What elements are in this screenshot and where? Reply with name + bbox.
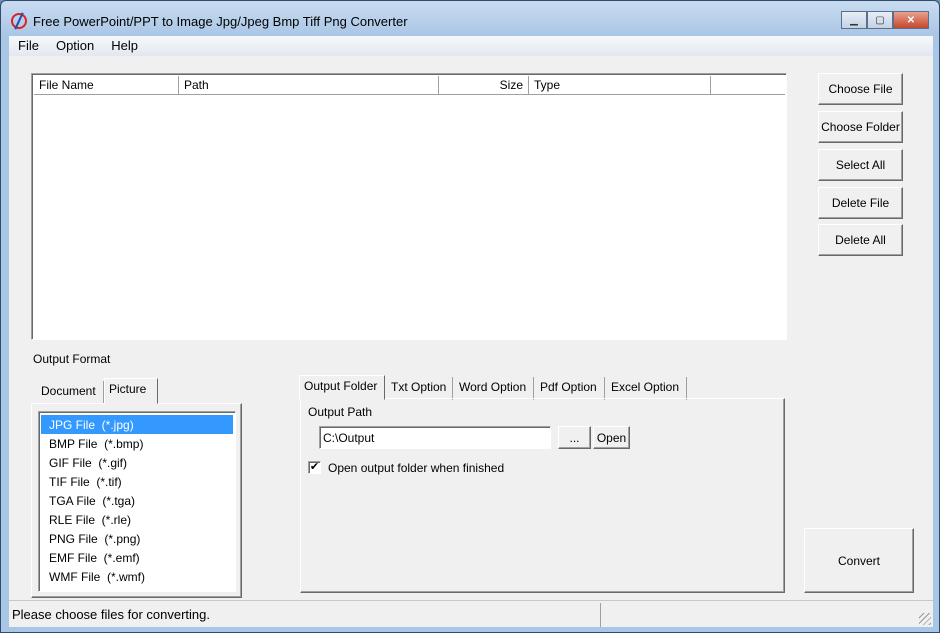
resize-grip-icon[interactable]: [919, 613, 931, 625]
column-size[interactable]: Size: [439, 76, 529, 95]
open-folder-button[interactable]: Open: [593, 426, 630, 449]
tab-txt-option[interactable]: Txt Option: [387, 377, 453, 400]
select-all-button[interactable]: Select All: [818, 149, 903, 181]
client-area: File Option Help File Name Path Size Typ…: [9, 36, 933, 627]
menu-bar: File Option Help: [9, 36, 933, 56]
delete-file-button[interactable]: Delete File: [818, 187, 903, 219]
format-item[interactable]: PNG File (*.png): [41, 529, 233, 548]
format-item[interactable]: JPG File (*.jpg): [41, 415, 233, 434]
tab-word-option[interactable]: Word Option: [455, 377, 534, 400]
close-button[interactable]: ✕: [893, 11, 929, 29]
column-type[interactable]: Type: [529, 76, 711, 95]
choose-folder-button[interactable]: Choose Folder: [818, 111, 903, 143]
menu-help[interactable]: Help: [102, 36, 146, 56]
format-item[interactable]: TGA File (*.tga): [41, 491, 233, 510]
output-format-label: Output Format: [33, 352, 111, 366]
format-item[interactable]: EMF File (*.emf): [41, 548, 233, 567]
tab-picture[interactable]: Picture: [104, 378, 158, 404]
title-bar: Free PowerPoint/PPT to Image Jpg/Jpeg Bm…: [11, 10, 408, 32]
app-logo-icon: [11, 13, 27, 29]
delete-all-button[interactable]: Delete All: [818, 224, 903, 256]
open-when-finished-checkbox[interactable]: ✔: [308, 461, 321, 474]
status-divider: [600, 603, 601, 627]
menu-option[interactable]: Option: [47, 36, 102, 56]
output-path-label: Output Path: [308, 405, 373, 419]
status-message: Please choose files for converting.: [12, 607, 210, 622]
convert-button[interactable]: Convert: [804, 528, 914, 593]
format-item[interactable]: TIF File (*.tif): [41, 472, 233, 491]
format-item[interactable]: RLE File (*.rle): [41, 510, 233, 529]
tab-document[interactable]: Document: [37, 381, 104, 404]
format-item[interactable]: GIF File (*.gif): [41, 453, 233, 472]
maximize-button[interactable]: ▢: [867, 11, 893, 29]
tab-output-folder[interactable]: Output Folder: [299, 375, 385, 400]
format-list[interactable]: JPG File (*.jpg) BMP File (*.bmp) GIF File…: [38, 411, 236, 592]
status-bar: Please choose files for converting.: [9, 600, 933, 627]
format-item[interactable]: WMF File (*.wmf): [41, 567, 233, 586]
app-window: Free PowerPoint/PPT to Image Jpg/Jpeg Bm…: [0, 0, 940, 633]
column-path[interactable]: Path: [179, 76, 439, 95]
menu-file[interactable]: File: [9, 36, 47, 56]
tab-pdf-option[interactable]: Pdf Option: [536, 377, 605, 400]
format-item[interactable]: BMP File (*.bmp): [41, 434, 233, 453]
tab-excel-option[interactable]: Excel Option: [607, 377, 687, 400]
browse-button[interactable]: ...: [558, 426, 591, 449]
column-filler: [711, 76, 785, 95]
window-title: Free PowerPoint/PPT to Image Jpg/Jpeg Bm…: [33, 13, 408, 29]
choose-file-button[interactable]: Choose File: [818, 73, 903, 105]
column-file-name[interactable]: File Name: [34, 76, 179, 95]
open-when-finished-label: Open output folder when finished: [328, 461, 505, 475]
output-path-input[interactable]: C:\Output: [319, 426, 551, 449]
minimize-button[interactable]: ▁: [841, 11, 867, 29]
file-list[interactable]: File Name Path Size Type: [31, 73, 787, 340]
